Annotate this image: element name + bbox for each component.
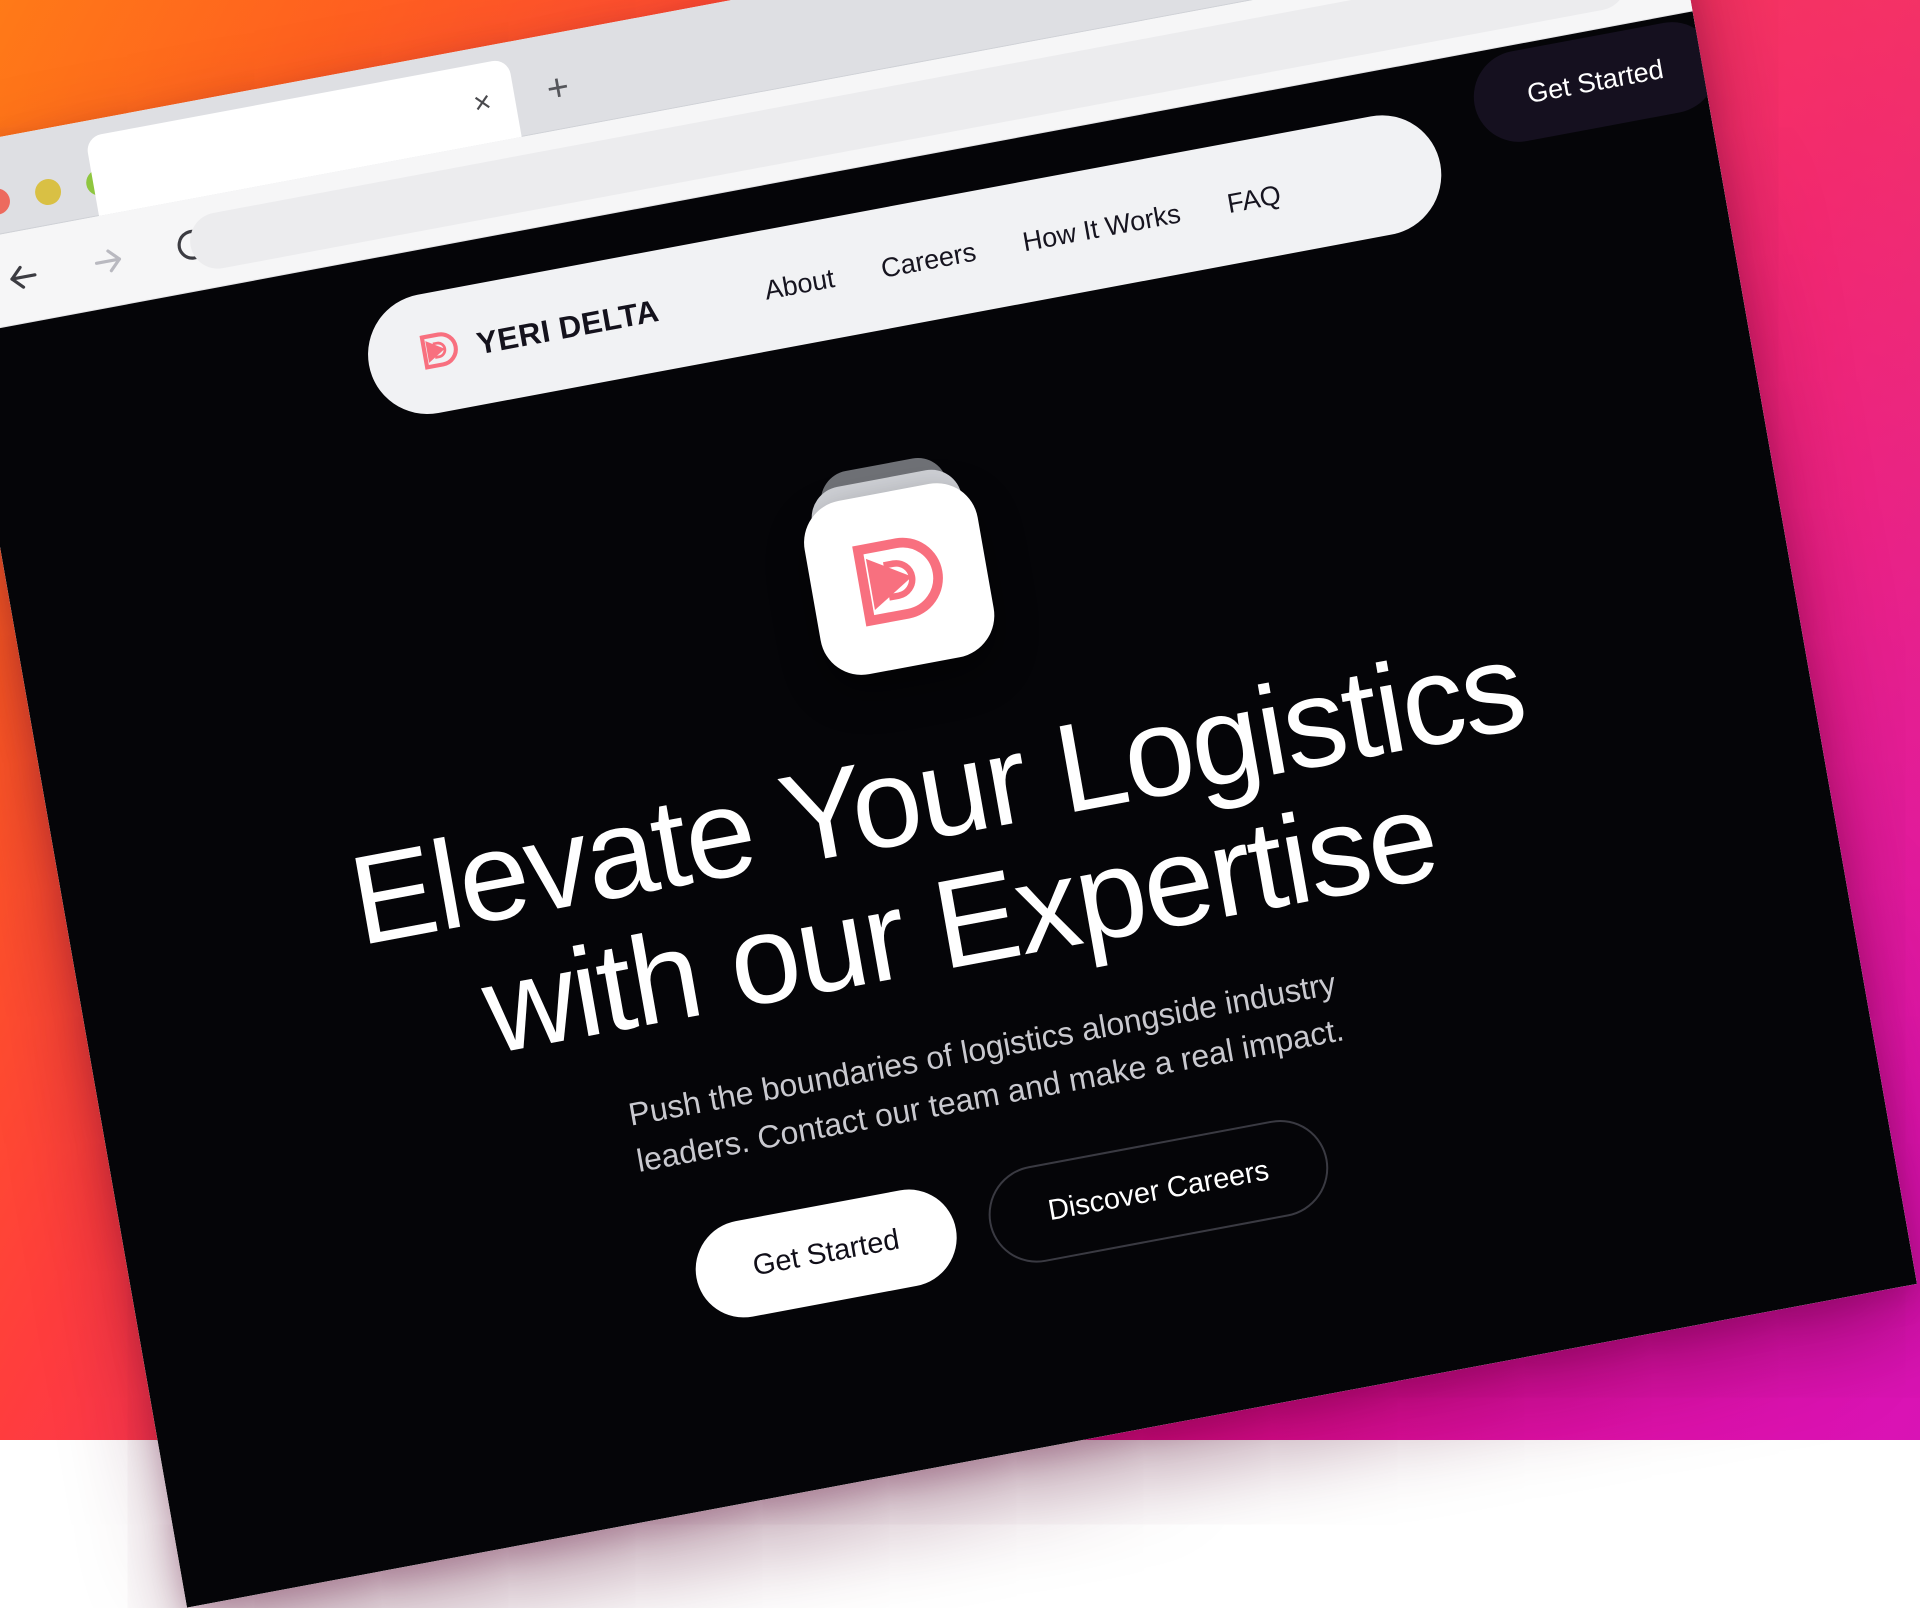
nav-link-about[interactable]: About bbox=[762, 263, 837, 307]
brand-logo[interactable]: YERI DELTA bbox=[414, 287, 663, 380]
hero-discover-careers-button[interactable]: Discover Careers bbox=[981, 1112, 1336, 1271]
close-window-button[interactable] bbox=[0, 186, 12, 216]
minimize-window-button[interactable] bbox=[33, 177, 63, 207]
hero-get-started-button[interactable]: Get Started bbox=[688, 1181, 965, 1325]
delta-logo-icon bbox=[414, 323, 466, 379]
arrow-left-icon[interactable] bbox=[0, 253, 46, 300]
close-tab-icon[interactable]: × bbox=[471, 87, 493, 120]
new-tab-button[interactable]: + bbox=[544, 68, 572, 110]
arrow-right-icon[interactable] bbox=[85, 237, 131, 284]
site-nav-links: About Careers How It Works FAQ bbox=[762, 179, 1283, 306]
nav-link-how-it-works[interactable]: How It Works bbox=[1020, 198, 1183, 258]
nav-link-careers[interactable]: Careers bbox=[879, 236, 979, 284]
hero-section: Elevate Your Logistics with our Expertis… bbox=[15, 307, 1886, 1428]
nav-link-faq[interactable]: FAQ bbox=[1225, 179, 1283, 219]
brand-name: YERI DELTA bbox=[474, 293, 662, 362]
hero-app-icon bbox=[767, 448, 1033, 717]
delta-app-icon bbox=[797, 476, 1001, 682]
